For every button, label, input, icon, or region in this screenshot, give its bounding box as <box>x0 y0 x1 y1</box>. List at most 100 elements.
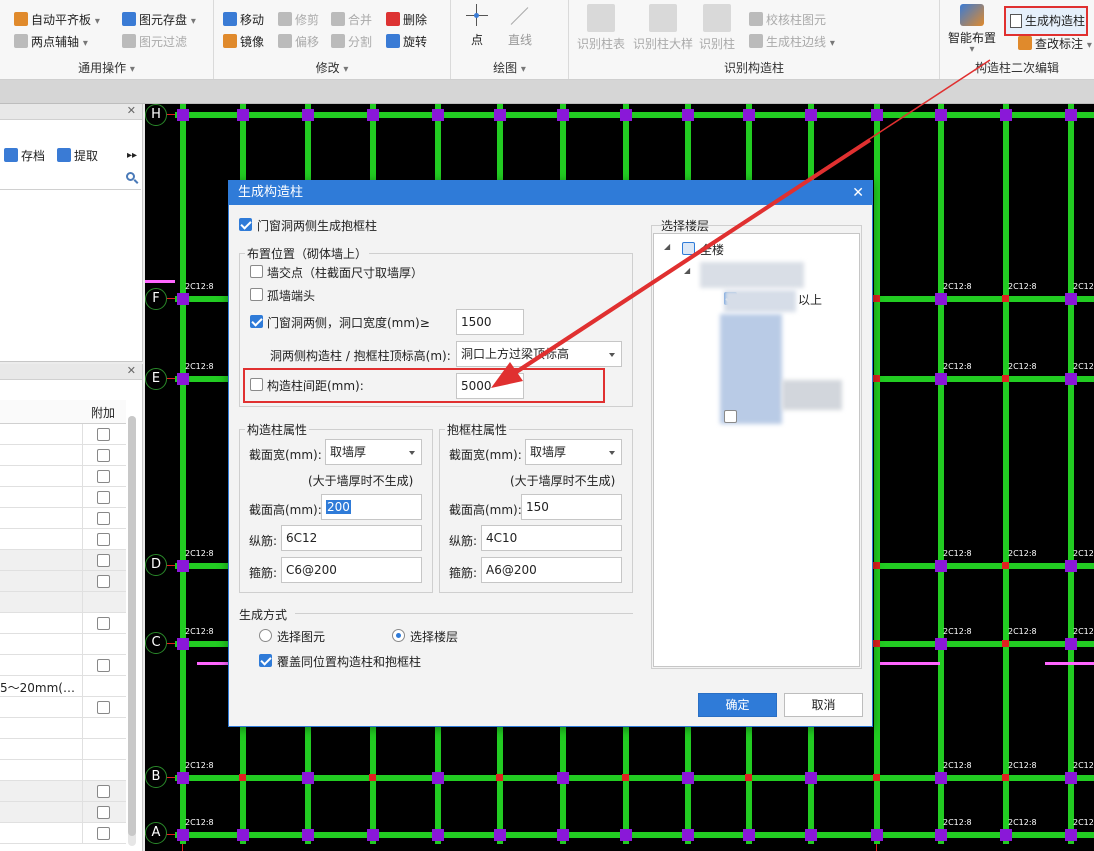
line-button[interactable]: 直线 <box>503 0 537 48</box>
column-marker <box>1065 829 1077 841</box>
modify-label-icon <box>1018 36 1032 50</box>
column-label: 2C12:8 <box>1008 549 1037 558</box>
table-row <box>0 718 126 739</box>
rotate-button[interactable]: 旋转 <box>386 32 427 52</box>
select-floor-radio[interactable] <box>392 629 405 642</box>
element-filter-button[interactable]: 图元过滤 <box>122 32 187 52</box>
table-cell <box>82 739 126 760</box>
floor-tree[interactable]: ◢ 全楼 ◢ 以上 <box>653 233 860 667</box>
search-input[interactable] <box>0 168 141 190</box>
door-window-frame-checkbox[interactable] <box>239 218 252 231</box>
door-window-width-input[interactable]: 1500 <box>456 309 524 335</box>
property-checkbox[interactable] <box>97 491 110 504</box>
wall-intersection-checkbox[interactable] <box>250 265 263 278</box>
column-marker <box>873 640 880 647</box>
ribbon-group-modify: 移动 修剪 合并 删除 镜像 偏移 分割 旋转 修改 ▾ <box>214 0 451 79</box>
chevron-down-icon <box>609 451 615 455</box>
column-marker <box>177 293 189 305</box>
smart-layout-button[interactable]: 智能布置 ▾ <box>944 0 1000 55</box>
frame-height-input[interactable]: 150 <box>521 494 622 520</box>
identify-col-table-button[interactable]: 识别柱表 <box>575 0 627 52</box>
table-row <box>0 487 126 508</box>
trim-button[interactable]: 修剪 <box>278 10 319 30</box>
blurred-content <box>724 290 796 312</box>
cancel-button[interactable]: 取消 <box>784 693 863 717</box>
check-col-button[interactable]: 校核柱图元 <box>749 10 826 30</box>
mirror-button[interactable]: 镜像 <box>223 32 264 52</box>
merge-button[interactable]: 合并 <box>331 10 372 30</box>
property-checkbox[interactable] <box>97 470 110 483</box>
column-marker <box>1065 109 1077 121</box>
door-window-width-label: 门窗洞两侧，洞口宽度(mm)≥ <box>267 316 430 330</box>
axis-bubble: H <box>145 104 167 126</box>
point-button[interactable]: 点 <box>463 0 491 48</box>
split-button[interactable]: 分割 <box>331 32 372 52</box>
delete-button[interactable]: 删除 <box>386 10 427 30</box>
select-element-radio[interactable] <box>259 629 272 642</box>
tree-expand-icon[interactable]: ◢ <box>664 242 670 251</box>
column-spacing-label: 构造柱间距(mm): <box>267 379 364 393</box>
move-button[interactable]: 移动 <box>223 10 264 30</box>
property-checkbox[interactable] <box>97 827 110 840</box>
generate-column-button[interactable]: 生成构造柱 <box>1004 6 1088 36</box>
column-stirrup-input[interactable]: C6@200 <box>281 557 422 583</box>
tree-floor-checkbox[interactable] <box>724 410 737 423</box>
property-checkbox[interactable] <box>97 554 110 567</box>
extract-button[interactable]: 提取 <box>57 146 98 166</box>
wall-segment <box>180 104 186 844</box>
frame-long-bar-input[interactable]: 4C10 <box>481 525 622 551</box>
scrollbar-thumb[interactable] <box>128 416 136 836</box>
tree-expand-icon[interactable]: ◢ <box>684 266 690 275</box>
column-spacing-checkbox[interactable] <box>250 378 263 391</box>
identify-col-detail-button[interactable]: 识别柱大样 <box>631 0 695 52</box>
close-icon[interactable]: ✕ <box>852 181 864 205</box>
column-label: 2C12:8 <box>943 282 972 291</box>
property-header: 附加 <box>0 400 126 424</box>
column-marker <box>1002 375 1009 382</box>
modify-label-button[interactable]: 查改标注 ▾ <box>1018 34 1092 54</box>
frame-width-select[interactable]: 取墙厚 <box>525 439 622 465</box>
property-checkbox[interactable] <box>97 659 110 672</box>
column-marker <box>302 109 314 121</box>
save-archive-button[interactable]: 存档 <box>4 146 45 166</box>
two-point-axis-button[interactable]: 两点辅轴 ▾ <box>14 32 88 52</box>
property-checkbox[interactable] <box>97 428 110 441</box>
dialog-title: 生成构造柱 <box>238 185 304 200</box>
scrollbar[interactable] <box>128 416 136 846</box>
property-checkbox[interactable] <box>97 575 110 588</box>
column-spacing-input[interactable]: 5000 <box>456 373 524 399</box>
trim-icon <box>278 12 292 26</box>
offset-button[interactable]: 偏移 <box>278 32 319 52</box>
column-label: 2C12:8 <box>1073 627 1094 636</box>
frame-stirrup-input[interactable]: A6@200 <box>481 557 622 583</box>
column-marker <box>935 293 947 305</box>
close-icon[interactable]: ✕ <box>127 104 136 117</box>
cover-same-checkbox[interactable] <box>259 654 272 667</box>
element-save-button[interactable]: 图元存盘 ▾ <box>122 10 196 30</box>
column-marker <box>745 774 752 781</box>
property-checkbox[interactable] <box>97 785 110 798</box>
tree-root-checkbox[interactable] <box>682 242 695 255</box>
close-icon[interactable]: ✕ <box>127 364 136 377</box>
property-checkbox[interactable] <box>97 512 110 525</box>
property-checkbox[interactable] <box>97 533 110 546</box>
column-marker <box>743 829 755 841</box>
column-long-bar-input[interactable]: 6C12 <box>281 525 422 551</box>
ok-button[interactable]: 确定 <box>698 693 777 717</box>
col-edge-button[interactable]: 生成柱边线 ▾ <box>749 32 835 52</box>
table-row <box>0 760 126 781</box>
property-checkbox[interactable] <box>97 806 110 819</box>
property-checkbox[interactable] <box>97 449 110 462</box>
auto-flush-button[interactable]: 自动平齐板 ▾ <box>14 10 100 30</box>
column-marker <box>805 829 817 841</box>
column-height-input[interactable]: 200 <box>321 494 422 520</box>
identify-col-button[interactable]: 识别柱 <box>697 0 737 52</box>
table-cell <box>82 718 126 739</box>
property-checkbox[interactable] <box>97 617 110 630</box>
isolated-wall-end-checkbox[interactable] <box>250 288 263 301</box>
column-width-select[interactable]: 取墙厚 <box>325 439 422 465</box>
door-window-width-checkbox[interactable] <box>250 315 263 328</box>
more-icon[interactable]: ▸▸ <box>127 146 137 166</box>
top-elevation-select[interactable]: 洞口上方过梁顶标高 <box>456 341 622 367</box>
property-checkbox[interactable] <box>97 701 110 714</box>
